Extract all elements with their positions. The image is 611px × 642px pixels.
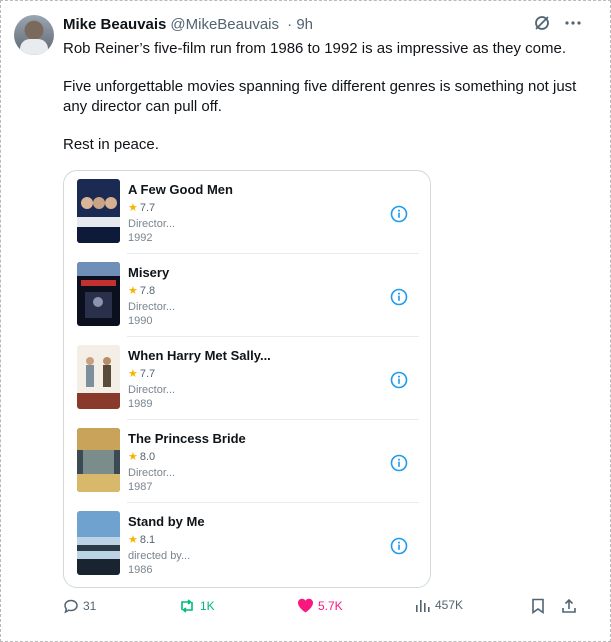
movie-year: 1986 (128, 564, 153, 576)
tweet-time[interactable]: · 9h (287, 16, 313, 33)
movie-item[interactable]: The Princess Bride ★ 8.0 Director... 1987 (77, 420, 419, 503)
movie-rating: ★ 7.7 (128, 368, 156, 380)
movie-role: Director... (128, 301, 176, 313)
tweet-paragraph: Rob Reiner’s five-film run from 1986 to … (63, 40, 566, 57)
author-handle[interactable]: @MikeBeauvais (170, 16, 279, 33)
bookmark-icon (531, 598, 545, 614)
movie-title: When Harry Met Sally... (128, 348, 271, 363)
movie-rating: ★ 8.1 (128, 534, 156, 546)
repost-count: 1K (200, 599, 215, 613)
movie-rating: ★ 7.7 (128, 202, 156, 214)
movie-title: Stand by Me (128, 514, 205, 529)
share-icon (561, 598, 577, 614)
info-icon[interactable] (389, 287, 409, 307)
movie-role: Director... (128, 384, 176, 396)
info-icon[interactable] (389, 204, 409, 224)
star-icon: ★ (128, 285, 138, 297)
repost-button[interactable]: 1K (178, 598, 215, 614)
tweet-text: Rob Reiner’s five-film run from 1986 to … (63, 39, 583, 173)
reply-icon (63, 598, 79, 614)
like-count: 5.7K (318, 598, 343, 613)
star-icon: ★ (128, 202, 138, 214)
analytics-icon (415, 598, 431, 612)
author-avatar[interactable] (14, 15, 54, 55)
tweet-paragraph: Five unforgettable movies spanning five … (63, 78, 577, 115)
reply-button[interactable]: 31 (63, 598, 96, 614)
bookmark-button[interactable] (531, 598, 545, 614)
like-button[interactable]: 5.7K (297, 598, 343, 613)
movie-title: The Princess Bride (128, 431, 246, 446)
movie-role: Director... (128, 218, 176, 230)
grok-icon[interactable] (533, 14, 551, 32)
movie-rating: ★ 8.0 (128, 451, 156, 463)
author-name[interactable]: Mike Beauvais (63, 16, 166, 33)
movie-item[interactable]: A Few Good Men ★ 7.7 Director... 1992 (77, 171, 419, 254)
star-icon: ★ (128, 534, 138, 546)
movie-role: directed by... (128, 550, 191, 562)
view-count: 457K (435, 598, 464, 612)
share-button[interactable] (561, 598, 577, 614)
movie-year: 1992 (128, 232, 153, 244)
star-icon: ★ (128, 451, 138, 463)
movie-title: Misery (128, 265, 170, 280)
movie-role: Director... (128, 467, 176, 479)
movie-poster (77, 428, 120, 492)
tweet-top-actions (533, 14, 581, 32)
movie-year: 1987 (128, 481, 153, 493)
movie-poster (77, 345, 120, 409)
movie-poster (77, 179, 120, 243)
movie-rating: ★ 7.8 (128, 285, 156, 297)
star-icon: ★ (128, 368, 138, 380)
reply-count: 31 (83, 599, 97, 613)
movie-item[interactable]: Stand by Me ★ 8.1 directed by... 1986 (77, 503, 419, 586)
info-icon[interactable] (389, 453, 409, 473)
movie-list-card: A Few Good Men ★ 7.7 Director... 1992 Mis… (63, 170, 431, 588)
repost-icon (178, 598, 196, 614)
movie-year: 1989 (128, 398, 153, 410)
movie-item[interactable]: Misery ★ 7.8 Director... 1990 (77, 254, 419, 337)
info-icon[interactable] (389, 370, 409, 390)
tweet-paragraph: Rest in peace. (63, 136, 159, 153)
movie-title: A Few Good Men (128, 182, 233, 197)
views-button[interactable]: 457K (415, 598, 463, 612)
more-options-icon[interactable] (565, 20, 581, 26)
tweet-header: Mike Beauvais @MikeBeauvais · 9h (63, 16, 313, 33)
movie-poster (77, 262, 120, 326)
tweet-actions-bar: 31 1K 5.7K 457K (63, 598, 583, 620)
movie-poster (77, 511, 120, 575)
heart-icon (297, 598, 314, 613)
info-icon[interactable] (389, 536, 409, 556)
movie-year: 1990 (128, 315, 153, 327)
movie-item[interactable]: When Harry Met Sally... ★ 7.7 Director...… (77, 337, 419, 420)
